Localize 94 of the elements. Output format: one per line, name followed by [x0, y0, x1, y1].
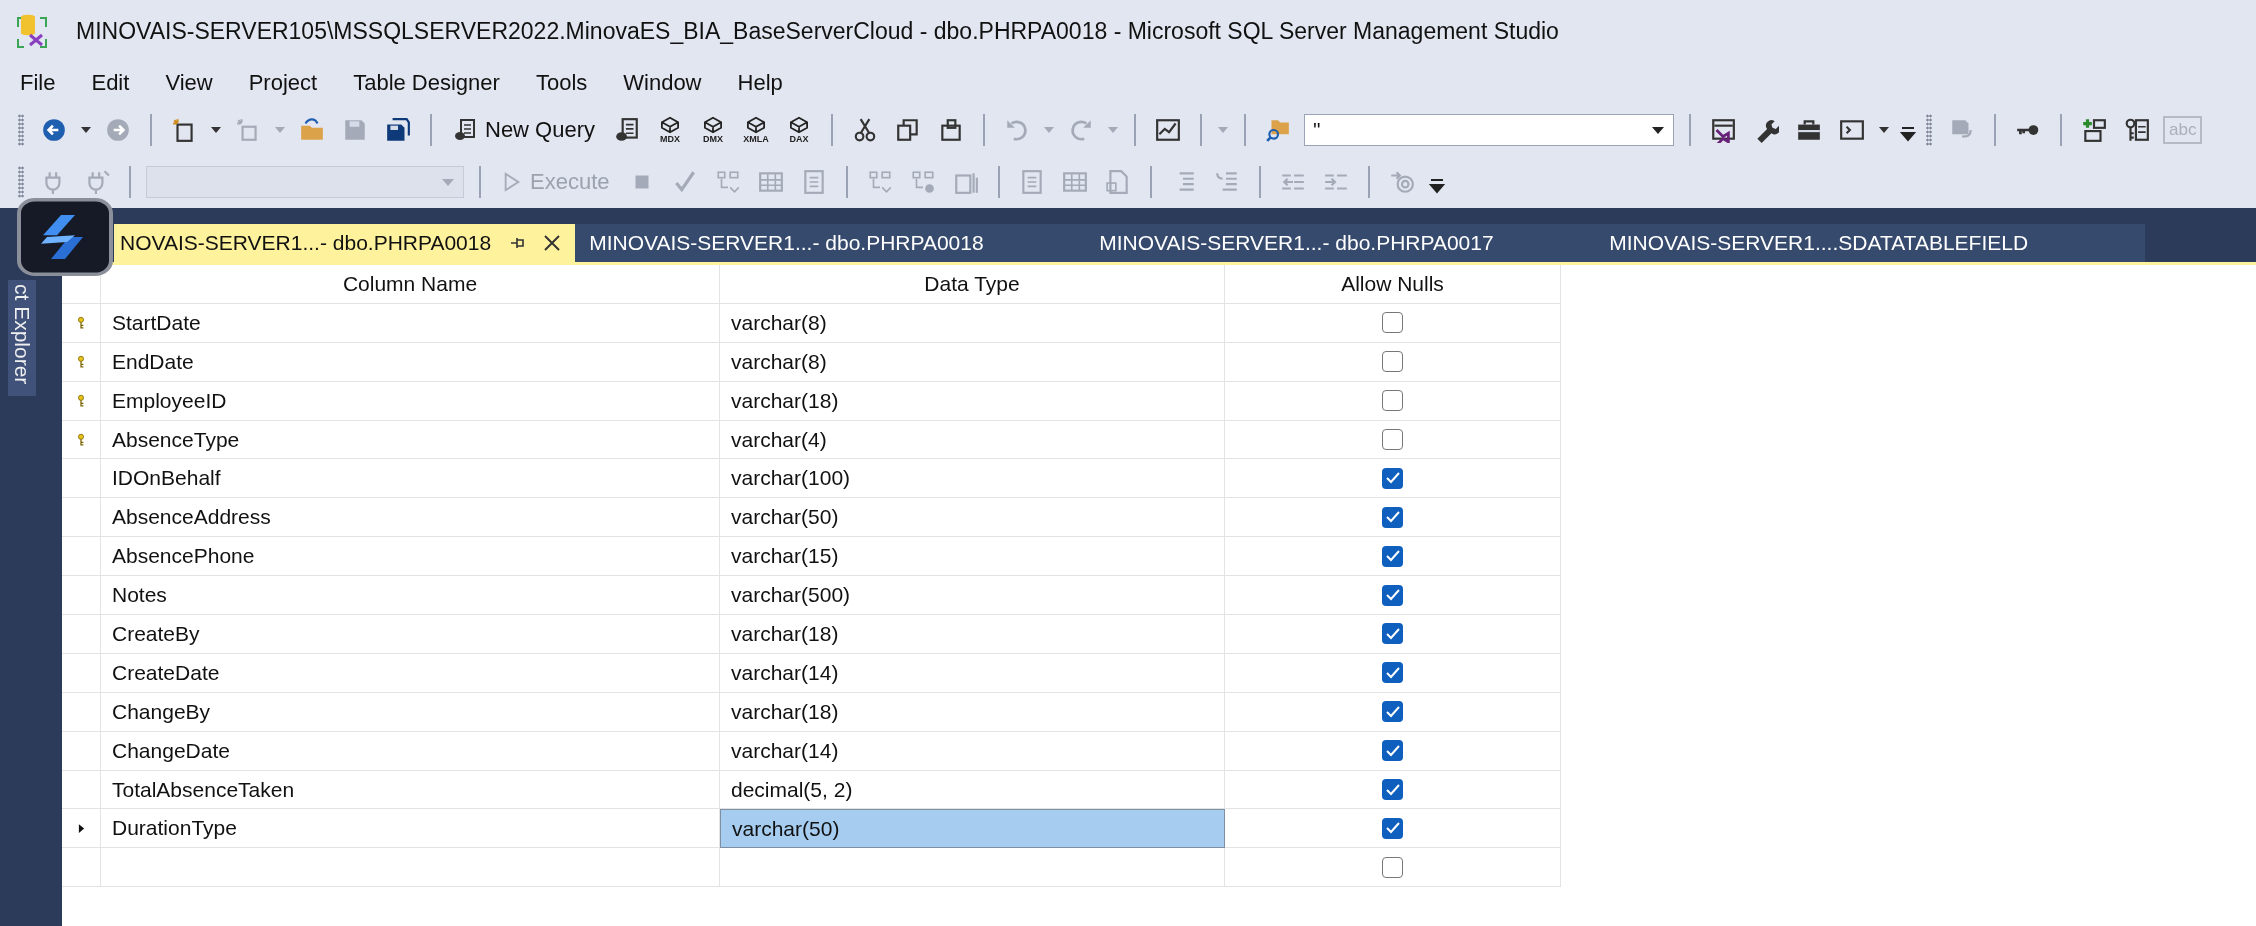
checkbox[interactable]: [1382, 817, 1403, 839]
table-cell[interactable]: varchar(18): [720, 692, 1225, 732]
caret-icon[interactable]: [210, 126, 222, 134]
cube-icon: [745, 116, 768, 134]
document-tab[interactable]: NOVAIS-SERVER1...- dbo.PHRPA0018: [114, 224, 576, 262]
checkbox[interactable]: [1382, 662, 1403, 684]
window-logo-icon[interactable]: [1710, 117, 1737, 143]
object-explorer-tab[interactable]: ct Explorer: [8, 280, 36, 397]
play-icon: [502, 171, 522, 193]
table-cell[interactable]: ChangeBy: [101, 692, 720, 732]
terminal-icon[interactable]: [1839, 117, 1866, 143]
table-cell[interactable]: CreateDate: [101, 653, 720, 693]
table-cell[interactable]: varchar(4): [720, 420, 1225, 460]
table-cell[interactable]: AbsencePhone: [101, 537, 720, 577]
table-cell[interactable]: [101, 848, 720, 888]
app-icon: [16, 13, 48, 49]
folder-search-icon[interactable]: [1265, 117, 1292, 143]
menu-item[interactable]: Project: [238, 70, 328, 96]
menu-item[interactable]: View: [155, 70, 223, 96]
checkbox[interactable]: [1382, 390, 1403, 412]
query-type-button[interactable]: DAX: [782, 111, 817, 149]
window-title: MINOVAIS-SERVER105\MSSQLSERVER2022.MinovaES_BIA_BaseServerCloud - dbo.PHRPA0018 - Microsoft SQL Server Management Studio: [76, 17, 1559, 45]
table-cell[interactable]: AbsenceType: [101, 420, 720, 460]
checkbox[interactable]: [1382, 429, 1403, 450]
menu-item[interactable]: Window: [613, 70, 712, 96]
toolbar-grip[interactable]: [18, 166, 24, 198]
table-cell[interactable]: varchar(14): [720, 653, 1225, 693]
cube-icon: [702, 116, 725, 134]
checkbox[interactable]: [1382, 623, 1403, 645]
checkbox[interactable]: [1382, 740, 1403, 762]
table-cell[interactable]: IDOnBehalf: [101, 459, 720, 499]
column-header: Allow Nulls: [1225, 265, 1561, 304]
query-type-button[interactable]: MDX: [653, 111, 688, 149]
menu-item[interactable]: Table Designer: [343, 70, 510, 96]
document-tab[interactable]: MINOVAIS-SERVER1...- dbo.PHRPA0018: [575, 224, 1086, 262]
checkbox[interactable]: [1382, 584, 1403, 606]
toolbar-grip[interactable]: [1926, 114, 1933, 146]
menu-item[interactable]: Help: [727, 70, 793, 96]
table-cell[interactable]: varchar(15): [720, 537, 1225, 577]
table-cell[interactable]: DurationType: [101, 809, 720, 849]
table-cell[interactable]: varchar(50): [720, 809, 1225, 849]
floating-app-icon[interactable]: [17, 198, 113, 276]
menu-item[interactable]: Edit: [81, 70, 140, 96]
close-icon[interactable]: [543, 234, 562, 252]
table-cell[interactable]: varchar(18): [720, 615, 1225, 654]
search-dropdown[interactable]: '': [1304, 114, 1675, 146]
new-query-button[interactable]: New Query: [447, 115, 602, 145]
checkbox[interactable]: [1382, 312, 1403, 334]
table-cell[interactable]: AbsenceAddress: [101, 498, 720, 538]
table-cell[interactable]: CreateBy: [101, 615, 720, 654]
table-cell[interactable]: varchar(18): [720, 381, 1225, 421]
checkbox[interactable]: [1382, 545, 1403, 567]
query-type-button[interactable]: DMX: [696, 111, 731, 149]
checkbox[interactable]: [1382, 506, 1403, 528]
checkbox[interactable]: [1382, 351, 1403, 373]
caret-icon[interactable]: [80, 126, 92, 134]
caret-icon[interactable]: [1651, 125, 1666, 135]
table-cell[interactable]: TotalAbsenceTaken: [101, 770, 720, 810]
table-cell[interactable]: [720, 848, 1225, 888]
add-table-icon[interactable]: [2081, 117, 2108, 143]
relationships-icon[interactable]: [2124, 117, 2151, 143]
toolbar-grip[interactable]: [18, 114, 24, 146]
back-icon[interactable]: [41, 117, 67, 143]
cube-icon: [659, 116, 682, 134]
menu-item[interactable]: File: [10, 70, 66, 96]
checkbox[interactable]: [1382, 856, 1403, 878]
checkbox[interactable]: [1382, 701, 1403, 723]
toolbox-icon[interactable]: [1796, 117, 1823, 143]
document-icon: [453, 118, 477, 142]
save-all-icon[interactable]: [385, 117, 411, 143]
table-cell[interactable]: varchar(14): [720, 731, 1225, 771]
table-cell[interactable]: varchar(500): [720, 576, 1225, 615]
pin-icon[interactable]: [509, 235, 526, 251]
table-cell[interactable]: StartDate: [101, 303, 720, 343]
cube-icon: [788, 116, 811, 134]
document-tab[interactable]: MINOVAIS-SERVER1....SDATATABLEFIELD: [1595, 224, 2146, 262]
chart-window-icon[interactable]: [1155, 117, 1182, 143]
checkbox[interactable]: [1382, 779, 1403, 800]
table-cell[interactable]: EndDate: [101, 342, 720, 382]
table-cell[interactable]: varchar(8): [720, 303, 1225, 343]
query-type-button[interactable]: XMLA: [739, 111, 774, 149]
checkbox[interactable]: [1382, 467, 1403, 489]
table-cell[interactable]: EmployeeID: [101, 381, 720, 421]
menu-item[interactable]: Tools: [525, 70, 598, 96]
table-cell[interactable]: varchar(100): [720, 459, 1225, 499]
document-tab[interactable]: MINOVAIS-SERVER1...- dbo.PHRPA0017: [1085, 224, 1596, 262]
table-cell[interactable]: ChangeDate: [101, 731, 720, 771]
table-cell[interactable]: varchar(50): [720, 498, 1225, 538]
caret-icon[interactable]: [1878, 126, 1891, 134]
folder-icon[interactable]: [299, 117, 325, 143]
column-header: Data Type: [720, 265, 1225, 304]
table-cell[interactable]: Notes: [101, 576, 720, 615]
table-cell[interactable]: varchar(8): [720, 342, 1225, 382]
database-query-icon[interactable]: [614, 117, 641, 143]
